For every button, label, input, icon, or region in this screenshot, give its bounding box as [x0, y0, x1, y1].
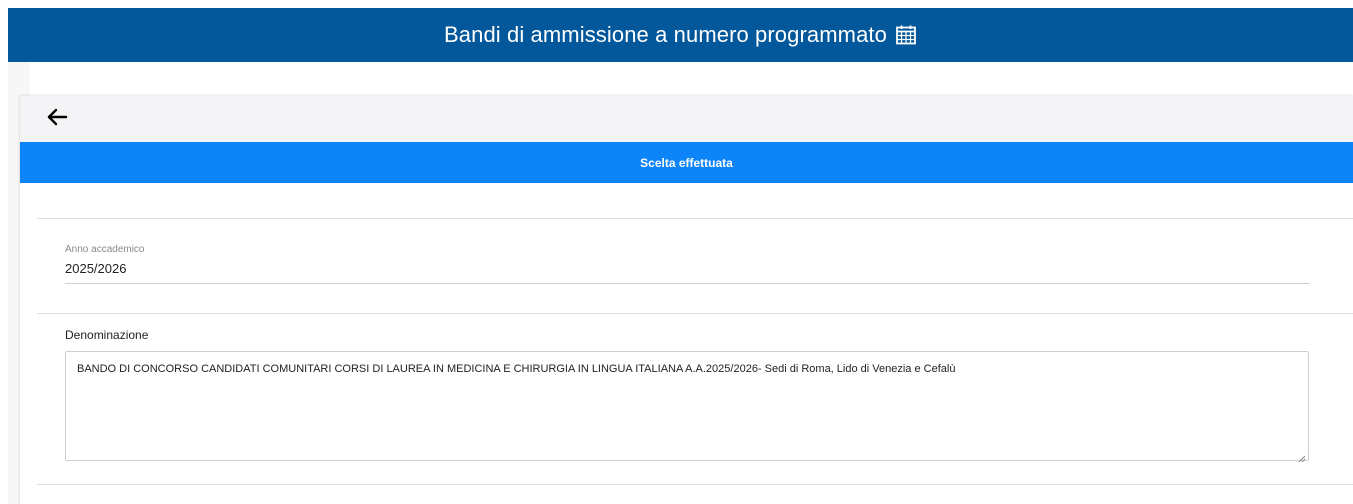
resize-handle-icon[interactable] — [1298, 450, 1306, 463]
calendar-icon — [895, 24, 917, 46]
denominazione-value: BANDO DI CONCORSO CANDIDATI COMUNITARI C… — [77, 363, 956, 375]
selection-card: Scelta effettuata Anno accademico 2025/2… — [20, 96, 1353, 504]
app-header: Bandi di ammissione a numero programmato — [8, 8, 1353, 62]
denominazione-textarea[interactable]: BANDO DI CONCORSO CANDIDATI COMUNITARI C… — [65, 351, 1309, 463]
back-button[interactable] — [42, 105, 72, 133]
page-frame: Scelta effettuata Anno accademico 2025/2… — [8, 62, 1353, 504]
anno-accademico-value: 2025/2026 — [65, 261, 127, 276]
denominazione-label: Denominazione — [65, 328, 149, 342]
banner-label: Scelta effettuata — [640, 155, 733, 170]
section-divider — [37, 313, 1353, 314]
page-title: Bandi di ammissione a numero programmato — [444, 22, 887, 47]
arrow-left-icon — [46, 108, 68, 131]
selection-banner: Scelta effettuata — [20, 142, 1353, 183]
back-bar — [20, 96, 1353, 143]
section-divider — [37, 484, 1353, 485]
section-divider — [37, 218, 1353, 219]
anno-accademico-underline — [65, 283, 1310, 284]
anno-accademico-label: Anno accademico — [65, 244, 145, 255]
